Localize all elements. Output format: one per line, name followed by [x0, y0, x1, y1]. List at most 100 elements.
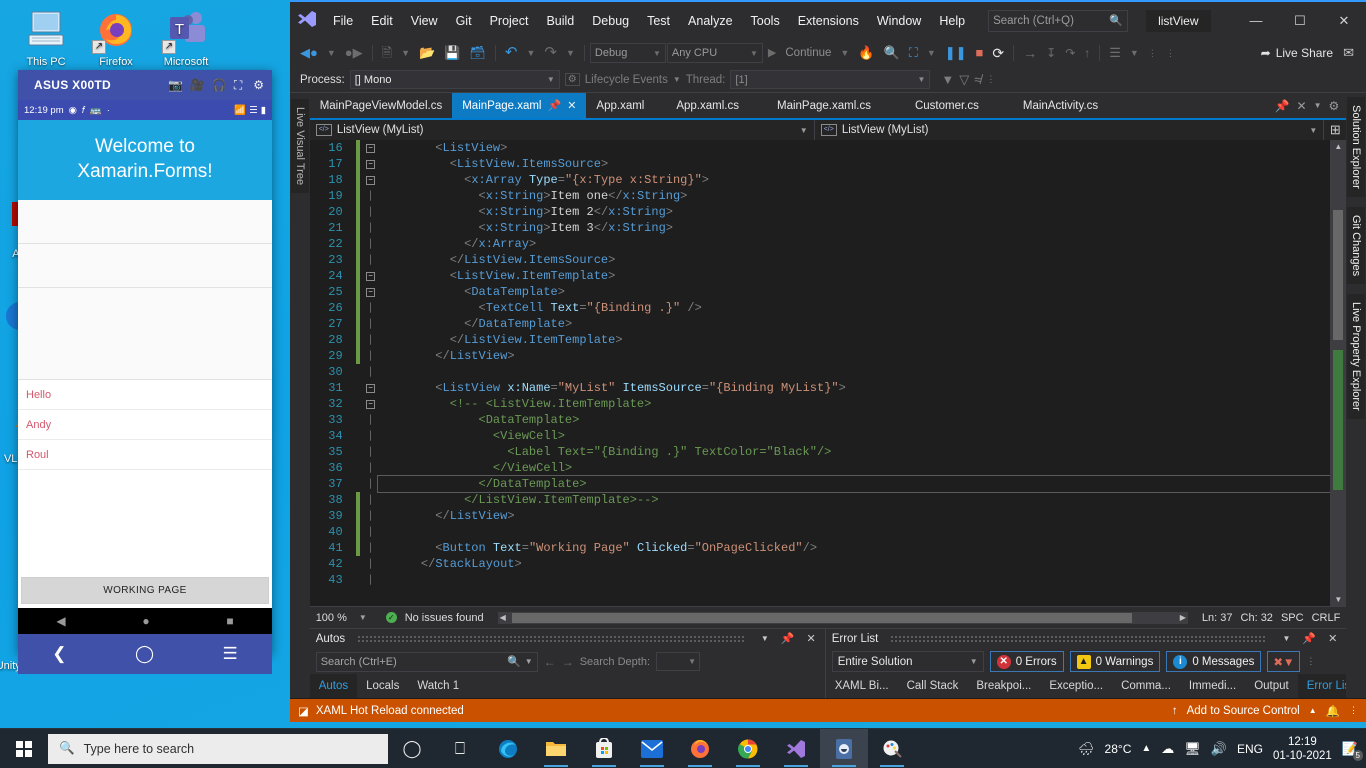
search-prev-button[interactable]: ← — [544, 655, 556, 669]
back-arrow-icon[interactable]: ◀● — [296, 43, 322, 63]
menu-help[interactable]: Help — [930, 10, 974, 32]
chrome-icon[interactable] — [724, 729, 772, 768]
taskbar-search-input[interactable]: 🔍 Type here to search — [48, 733, 388, 764]
back-dropdown-icon[interactable]: ▼ — [323, 43, 340, 63]
task-view-icon[interactable]: ⎕ — [436, 729, 484, 768]
pin-icon[interactable]: 📌 — [778, 632, 798, 645]
step-over-icon[interactable]: → — [1019, 43, 1041, 63]
outlining-margin[interactable]: │ — [364, 556, 378, 572]
outlining-margin[interactable]: − — [364, 156, 378, 172]
camera-icon[interactable]: 📷 — [168, 78, 183, 92]
rail-tab-live-visual-tree[interactable]: Live Visual Tree — [290, 99, 309, 194]
add-to-source-control-button[interactable]: Add to Source Control — [1187, 705, 1300, 717]
outlining-margin[interactable]: │ — [364, 300, 378, 316]
code-line[interactable]: 40 │ — [310, 524, 1331, 540]
menu-view[interactable]: View — [402, 10, 447, 32]
close-icon[interactable]: ✕ — [1297, 99, 1307, 113]
video-icon[interactable]: 🎥 — [190, 78, 205, 92]
weather-icon[interactable]: 🌧 — [1078, 741, 1095, 757]
desktop-icon-firefox[interactable]: ↗ Firefox — [78, 8, 154, 68]
warnings-toggle-button[interactable]: ▲ 0 Warnings — [1069, 651, 1161, 673]
emulator-footer-bar[interactable]: ❮ ◯ ☰ — [18, 634, 272, 674]
collapse-toggle-icon[interactable]: − — [366, 288, 376, 297]
scrollbar-thumb[interactable] — [1333, 210, 1344, 340]
outlining-margin[interactable]: − — [364, 284, 378, 300]
code-line[interactable]: 20 │ <x:String>Item 2</x:String> — [310, 204, 1331, 220]
solution-configuration-combo[interactable]: Debug ▼ — [589, 43, 666, 63]
android-emulator-window[interactable]: ASUS X00TD 📷 🎥 🎧 ⛶ ⚙ 12:19 pm ◉ 𝑓 🚌 · 📶 … — [18, 70, 272, 674]
code-editor-area[interactable]: 16 − <ListView> 17 − <ListView.ItemsSource>… — [309, 140, 1347, 606]
panel-tab-exceptions[interactable]: Exceptio... — [1040, 674, 1112, 698]
threads-icon[interactable]: ☰ — [1105, 43, 1125, 63]
rail-tab-solution-explorer[interactable]: Solution Explorer — [1347, 97, 1366, 197]
undo-icon[interactable]: ↶ — [501, 43, 522, 63]
collapse-toggle-icon[interactable]: − — [366, 384, 376, 393]
collapse-toggle-icon[interactable]: − — [366, 160, 376, 169]
outlining-margin[interactable]: │ — [364, 252, 378, 268]
autos-search-input[interactable]: Search (Ctrl+E) 🔍 ▼ — [315, 651, 538, 672]
menu-icon[interactable]: ☰ — [222, 644, 237, 664]
code-line[interactable]: 31 − <ListView x:Name="MyList" ItemsSourc… — [310, 380, 1331, 396]
outlining-margin[interactable]: − — [364, 172, 378, 188]
filter-add-icon[interactable]: ▽ — [959, 72, 969, 88]
outlining-margin[interactable]: │ — [364, 236, 378, 252]
tab-mainpage-xaml-cs[interactable]: MainPage.xaml.cs — [748, 93, 881, 118]
continue-dropdown-icon[interactable]: ▼ — [836, 43, 853, 63]
panel-tab-immediate[interactable]: Immedi... — [1180, 674, 1245, 698]
search-icon[interactable]: 🔍 — [507, 655, 521, 668]
code-line[interactable]: 29 │ </ListView> — [310, 348, 1331, 364]
menu-tools[interactable]: Tools — [742, 10, 789, 32]
scroll-left-icon[interactable]: ◀ — [500, 613, 506, 622]
solution-platform-combo[interactable]: Any CPU ▼ — [666, 43, 763, 63]
gear-icon[interactable]: ⚙ — [253, 78, 264, 92]
code-line[interactable]: 32 − <!-- <ListView.ItemTemplate> — [310, 396, 1331, 412]
code-line[interactable]: 27 │ </DataTemplate> — [310, 316, 1331, 332]
outlining-margin[interactable]: │ — [364, 540, 378, 556]
chevron-down-icon[interactable]: ▼ — [800, 126, 808, 135]
tab-mainpageviewmodel-cs[interactable]: MainPageViewModel.cs — [309, 93, 453, 118]
save-all-icon[interactable]: 🗃 — [465, 43, 490, 63]
collapse-toggle-icon[interactable]: − — [366, 400, 376, 409]
live-share-button[interactable]: ➦ Live Share — [1261, 46, 1333, 60]
show-next-statement-icon[interactable]: ↑ — [1080, 43, 1094, 63]
new-item-icon[interactable]: 🗎 — [378, 43, 396, 63]
outlining-margin[interactable]: │ — [364, 316, 378, 332]
outlining-margin[interactable]: │ — [364, 444, 378, 460]
menu-extensions[interactable]: Extensions — [789, 10, 868, 32]
nav-combo-left[interactable]: </> ListView (MyList) ▼ — [310, 120, 815, 140]
code-line[interactable]: 41 │ <Button Text="Working Page" Clicked=… — [310, 540, 1331, 556]
spaces-indicator[interactable]: SPC — [1281, 612, 1304, 624]
tab-app-xaml[interactable]: App.xaml — [586, 93, 655, 118]
android-nav-bar[interactable]: ◀ ● ■ — [18, 608, 272, 634]
code-line[interactable]: 23 │ </ListView.ItemsSource> — [310, 252, 1331, 268]
outlining-margin[interactable]: │ — [364, 348, 378, 364]
tab-app-xaml-cs[interactable]: App.xaml.cs — [654, 93, 749, 118]
redo-dropdown-icon[interactable]: ▼ — [562, 43, 579, 63]
errors-toggle-button[interactable]: ✕ 0 Errors — [989, 651, 1064, 673]
tab-mainactivity-cs[interactable]: MainActivity.cs — [988, 93, 1109, 118]
menu-project[interactable]: Project — [481, 10, 538, 32]
desktop-icon-microsoft-teams[interactable]: T ↗ Microsoft — [148, 8, 224, 68]
rail-tab-git-changes[interactable]: Git Changes — [1347, 206, 1366, 284]
pin-icon[interactable]: 📌 — [1299, 632, 1319, 645]
undo-dropdown-icon[interactable]: ▼ — [522, 43, 539, 63]
outlining-margin[interactable]: − — [364, 268, 378, 284]
maximize-button[interactable]: ☐ — [1278, 5, 1322, 37]
redo-icon[interactable]: ↷ — [540, 43, 561, 63]
panel-tab-call-stack[interactable]: Call Stack — [898, 674, 968, 698]
code-line[interactable]: 33 │ <DataTemplate> — [310, 412, 1331, 428]
menu-git[interactable]: Git — [447, 10, 481, 32]
lifecycle-events-label[interactable]: Lifecycle Events — [585, 74, 668, 86]
panel-tab-watch1[interactable]: Watch 1 — [408, 674, 468, 698]
chevron-down-icon[interactable]: ▼ — [521, 657, 533, 666]
network-icon[interactable]: 🖥 — [1184, 741, 1201, 757]
step-out-icon[interactable]: ↷ — [1061, 43, 1079, 63]
chevron-down-icon[interactable]: ▼ — [1309, 126, 1317, 135]
open-folder-icon[interactable]: 📂 — [415, 43, 439, 63]
search-depth-combo[interactable]: ▼ — [656, 652, 701, 672]
panel-tab-breakpoints[interactable]: Breakpoi... — [967, 674, 1040, 698]
close-icon[interactable]: ✕ — [803, 632, 818, 645]
close-icon[interactable]: ✕ — [567, 99, 576, 112]
circle-outline-icon[interactable]: ◯ — [135, 644, 154, 664]
desktop-icon-this-pc[interactable]: This PC — [8, 8, 84, 68]
